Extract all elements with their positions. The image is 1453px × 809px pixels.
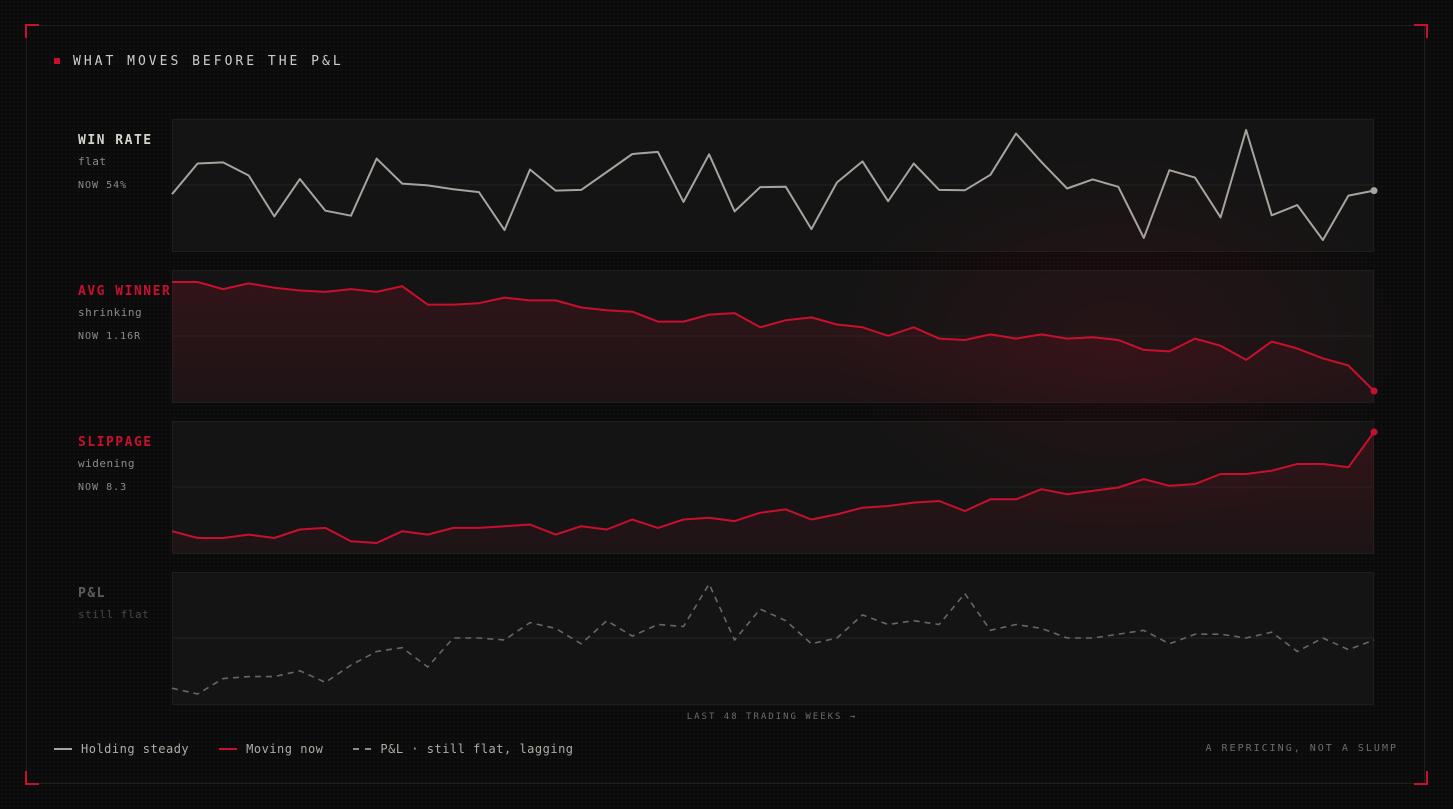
endpoint-dot-slippage (1370, 428, 1378, 436)
legend-item-moving: Moving now (219, 742, 323, 756)
legend-item-pnl: P&L · still flat, lagging (353, 742, 573, 756)
chart-canvas (171, 129, 1378, 695)
legend-swatch-pnl (353, 748, 372, 750)
legend-label-steady: Holding steady (81, 742, 190, 756)
endpoint-dot-win-rate (1370, 187, 1378, 195)
legend-swatch-steady (54, 748, 72, 750)
series-line-p-l (171, 583, 1375, 695)
legend: Holding steady Moving now P&L · still fl… (54, 742, 604, 756)
area-slippage (172, 432, 1374, 553)
tagline: A REPRICING, NOT A SLUMP (1205, 743, 1398, 754)
legend-swatch-moving (219, 748, 238, 750)
endpoint-dot-avg-winner (1370, 387, 1378, 395)
legend-label-pnl: P&L · still flat, lagging (380, 742, 574, 756)
x-axis-label: LAST 48 TRADING WEEKS → (686, 712, 858, 722)
area-avg-winner (172, 282, 1374, 402)
legend-label-moving: Moving now (246, 742, 324, 756)
legend-item-steady: Holding steady (54, 742, 189, 756)
